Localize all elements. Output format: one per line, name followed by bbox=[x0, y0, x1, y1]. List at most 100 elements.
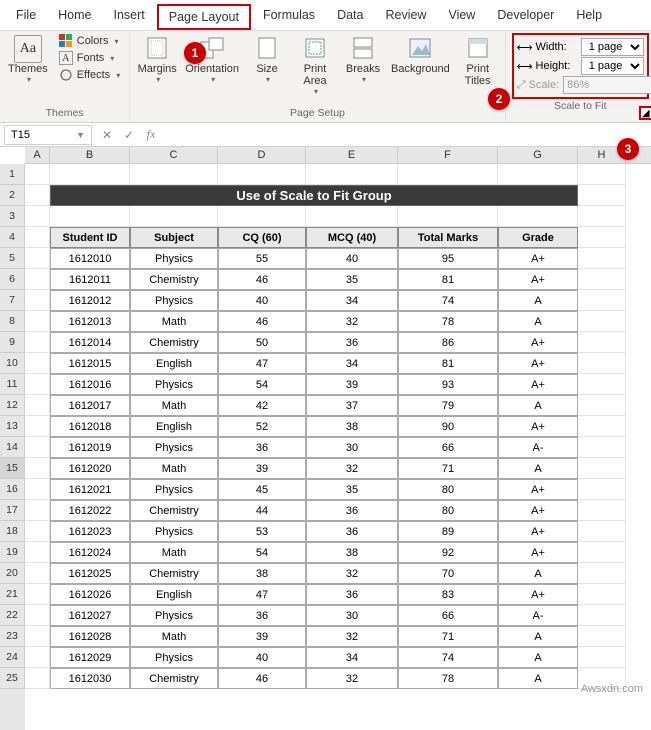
margins-button[interactable]: Margins bbox=[136, 33, 178, 86]
scale-dialog-launcher[interactable]: ◢ bbox=[639, 106, 651, 120]
data-cell[interactable]: 92 bbox=[398, 542, 498, 563]
cell[interactable] bbox=[25, 521, 50, 542]
header-cell[interactable]: Total Marks bbox=[398, 227, 498, 248]
data-cell[interactable]: Chemistry bbox=[130, 563, 218, 584]
cell[interactable] bbox=[306, 206, 398, 227]
cell[interactable] bbox=[498, 164, 578, 185]
data-cell[interactable]: Physics bbox=[130, 290, 218, 311]
data-cell[interactable]: 46 bbox=[218, 668, 306, 689]
data-cell[interactable]: 66 bbox=[398, 437, 498, 458]
data-cell[interactable]: 1612023 bbox=[50, 521, 130, 542]
data-cell[interactable]: 71 bbox=[398, 458, 498, 479]
data-cell[interactable]: 42 bbox=[218, 395, 306, 416]
tab-review[interactable]: Review bbox=[375, 4, 436, 30]
data-cell[interactable]: Physics bbox=[130, 479, 218, 500]
data-cell[interactable]: A+ bbox=[498, 584, 578, 605]
data-cell[interactable]: 1612030 bbox=[50, 668, 130, 689]
data-cell[interactable]: Physics bbox=[130, 437, 218, 458]
data-cell[interactable]: 47 bbox=[218, 584, 306, 605]
cell[interactable] bbox=[578, 248, 626, 269]
cell[interactable] bbox=[25, 269, 50, 290]
cell[interactable] bbox=[25, 227, 50, 248]
data-cell[interactable]: 34 bbox=[306, 647, 398, 668]
data-cell[interactable]: 35 bbox=[306, 479, 398, 500]
row-header[interactable]: 18 bbox=[0, 521, 25, 542]
row-header[interactable]: 11 bbox=[0, 374, 25, 395]
row-header[interactable]: 3 bbox=[0, 206, 25, 227]
cell[interactable] bbox=[578, 227, 626, 248]
row-header[interactable]: 22 bbox=[0, 605, 25, 626]
data-cell[interactable]: 89 bbox=[398, 521, 498, 542]
data-cell[interactable]: Physics bbox=[130, 248, 218, 269]
data-cell[interactable]: A- bbox=[498, 605, 578, 626]
row-header[interactable]: 24 bbox=[0, 647, 25, 668]
data-cell[interactable]: English bbox=[130, 416, 218, 437]
cell[interactable] bbox=[578, 206, 626, 227]
data-cell[interactable]: 38 bbox=[306, 416, 398, 437]
data-cell[interactable]: 32 bbox=[306, 458, 398, 479]
cell[interactable] bbox=[25, 479, 50, 500]
data-cell[interactable]: 74 bbox=[398, 290, 498, 311]
cell[interactable] bbox=[498, 206, 578, 227]
data-cell[interactable]: 30 bbox=[306, 605, 398, 626]
data-cell[interactable]: 36 bbox=[218, 437, 306, 458]
cell[interactable] bbox=[578, 458, 626, 479]
data-cell[interactable]: 54 bbox=[218, 542, 306, 563]
cell[interactable] bbox=[25, 374, 50, 395]
data-cell[interactable]: 1612028 bbox=[50, 626, 130, 647]
row-header[interactable]: 13 bbox=[0, 416, 25, 437]
data-cell[interactable]: 78 bbox=[398, 311, 498, 332]
row-header[interactable]: 4 bbox=[0, 227, 25, 248]
data-cell[interactable]: 1612014 bbox=[50, 332, 130, 353]
cell[interactable] bbox=[578, 332, 626, 353]
cell[interactable] bbox=[578, 626, 626, 647]
cell[interactable] bbox=[578, 269, 626, 290]
data-cell[interactable]: A+ bbox=[498, 416, 578, 437]
data-cell[interactable]: 80 bbox=[398, 500, 498, 521]
data-cell[interactable]: Math bbox=[130, 626, 218, 647]
data-cell[interactable]: 66 bbox=[398, 605, 498, 626]
header-cell[interactable]: Grade bbox=[498, 227, 578, 248]
data-cell[interactable]: 1612017 bbox=[50, 395, 130, 416]
row-header[interactable]: 12 bbox=[0, 395, 25, 416]
data-cell[interactable]: A+ bbox=[498, 542, 578, 563]
col-header-B[interactable]: B bbox=[50, 147, 130, 163]
data-cell[interactable]: 46 bbox=[218, 311, 306, 332]
row-header[interactable]: 5 bbox=[0, 248, 25, 269]
cell[interactable] bbox=[25, 626, 50, 647]
data-cell[interactable]: 39 bbox=[218, 626, 306, 647]
data-cell[interactable]: A+ bbox=[498, 332, 578, 353]
data-cell[interactable]: 1612013 bbox=[50, 311, 130, 332]
data-cell[interactable]: 1612027 bbox=[50, 605, 130, 626]
data-cell[interactable]: 71 bbox=[398, 626, 498, 647]
height-select[interactable]: 1 page bbox=[581, 57, 644, 75]
tab-home[interactable]: Home bbox=[48, 4, 101, 30]
cell[interactable] bbox=[578, 185, 626, 206]
tab-file[interactable]: File bbox=[6, 4, 46, 30]
cell[interactable] bbox=[25, 248, 50, 269]
size-button[interactable]: Size bbox=[246, 33, 288, 86]
data-cell[interactable]: A bbox=[498, 458, 578, 479]
tab-insert[interactable]: Insert bbox=[104, 4, 155, 30]
col-header-C[interactable]: C bbox=[130, 147, 218, 163]
data-cell[interactable]: 1612018 bbox=[50, 416, 130, 437]
row-header[interactable]: 1 bbox=[0, 164, 25, 185]
cell[interactable] bbox=[25, 353, 50, 374]
data-cell[interactable]: A+ bbox=[498, 479, 578, 500]
cell[interactable] bbox=[25, 437, 50, 458]
row-header[interactable]: 20 bbox=[0, 563, 25, 584]
cell[interactable] bbox=[25, 458, 50, 479]
col-header-D[interactable]: D bbox=[218, 147, 306, 163]
tab-data[interactable]: Data bbox=[327, 4, 373, 30]
cell[interactable] bbox=[25, 500, 50, 521]
data-cell[interactable]: 1612011 bbox=[50, 269, 130, 290]
data-cell[interactable]: 32 bbox=[306, 668, 398, 689]
col-header-E[interactable]: E bbox=[306, 147, 398, 163]
cell[interactable] bbox=[578, 542, 626, 563]
cell[interactable] bbox=[578, 479, 626, 500]
data-cell[interactable]: 55 bbox=[218, 248, 306, 269]
row-header[interactable]: 2 bbox=[0, 185, 25, 206]
data-cell[interactable]: 38 bbox=[306, 542, 398, 563]
data-cell[interactable]: 45 bbox=[218, 479, 306, 500]
effects-button[interactable]: Effects bbox=[56, 67, 123, 83]
